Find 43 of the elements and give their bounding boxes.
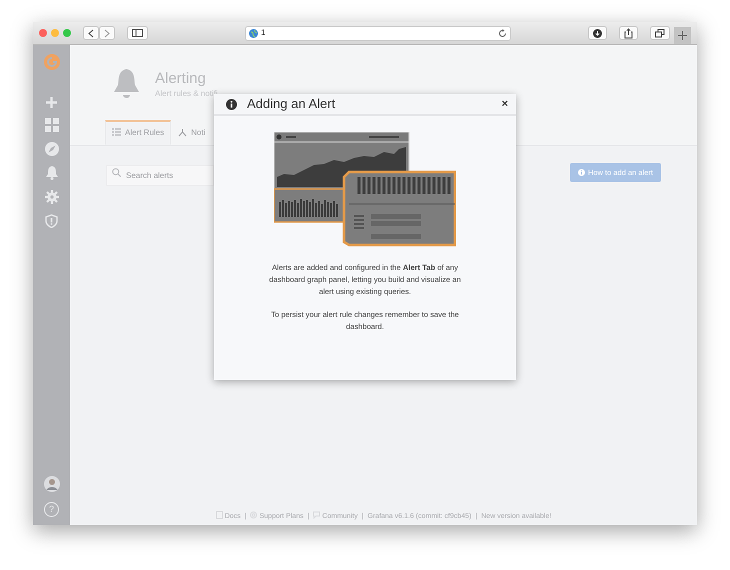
reload-icon[interactable] [498,28,507,38]
document-icon [216,510,223,518]
info-icon [226,98,237,110]
search-field[interactable]: Search alerts [106,165,214,186]
help-button[interactable]: ? [44,502,59,517]
close-window-button[interactable] [39,29,47,37]
bell-icon[interactable] [46,166,58,180]
back-button[interactable] [83,26,99,40]
address-field[interactable]: 1 [245,26,511,40]
back-icon [88,28,94,38]
search-icon [112,168,121,177]
gear-icon[interactable] [44,190,58,204]
fork-icon [178,128,188,137]
plus-icon[interactable] [46,97,57,108]
url-text: 1 [261,27,266,39]
info-icon [578,169,585,176]
tab[interactable]: Noti [171,120,212,145]
sidebar-icon [132,29,143,37]
sidebar-toggle-button[interactable] [127,26,148,40]
maximize-window-button[interactable] [63,29,71,37]
minimize-window-button[interactable] [51,29,59,37]
plus-icon [678,31,687,40]
download-icon [593,28,602,38]
lifebuoy-icon [250,510,258,518]
share-icon [624,28,633,38]
dashboard-grid-icon[interactable] [44,118,58,132]
forward-icon [104,28,110,38]
tabs-icon [655,28,665,38]
list-icon [112,128,121,138]
bell-icon [114,67,139,99]
new-tab-button[interactable] [674,27,691,44]
globe-icon [249,28,258,38]
shield-icon[interactable] [45,214,58,228]
avatar-icon[interactable] [44,476,60,492]
compass-icon[interactable] [44,142,58,156]
close-button[interactable]: × [502,96,508,112]
tab[interactable]: Alert Rules [105,120,172,145]
share-button[interactable] [619,26,638,40]
dialog-title: Adding an Alert [247,95,336,114]
tabs-button[interactable] [650,26,670,40]
page-title: Alerting [155,71,207,88]
chat-icon [313,510,320,518]
download-button[interactable] [588,26,607,40]
